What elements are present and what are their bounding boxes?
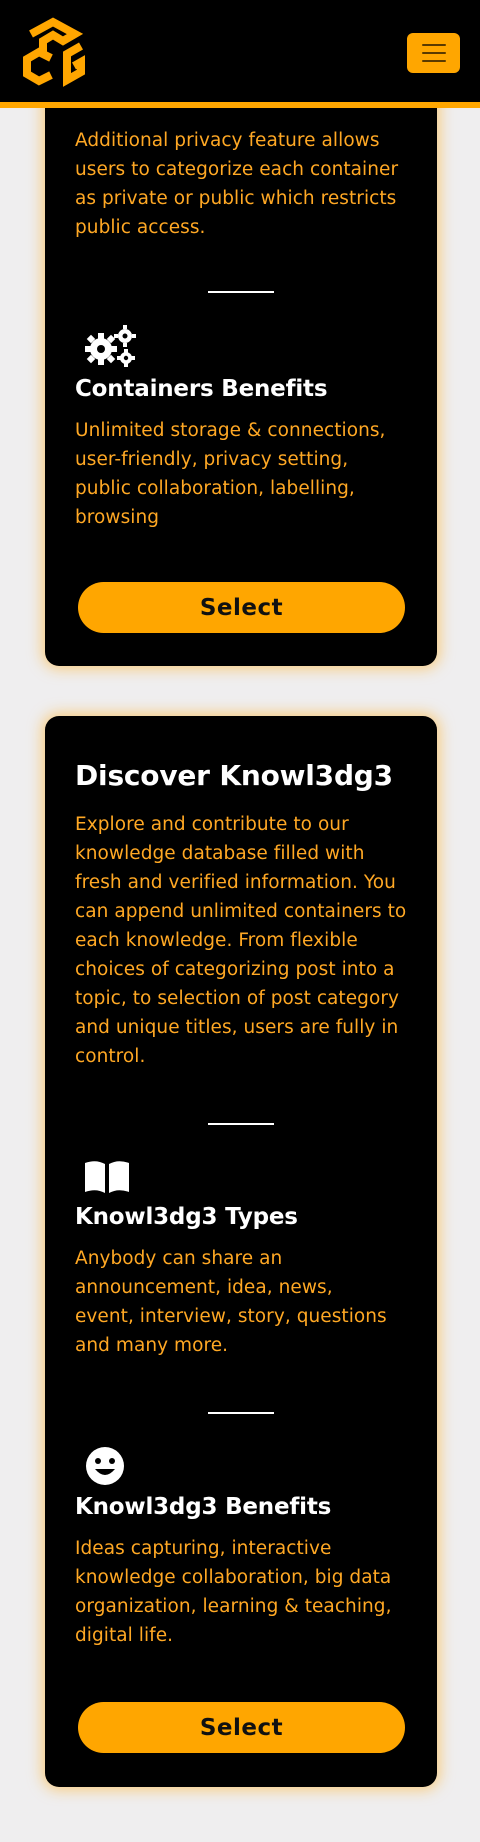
smiley-face-icon bbox=[86, 1447, 124, 1485]
knowledge-benefits-text: Ideas capturing, interactive knowledge c… bbox=[75, 1538, 392, 1646]
pcg-logo[interactable] bbox=[17, 12, 89, 92]
knowledge-card: Discover Knowl3dg3 Explore and contribut… bbox=[45, 716, 437, 1787]
privacy-feature-text: Additional privacy feature allows users … bbox=[75, 130, 399, 238]
knowledge-description-text: Explore and contribute to our knowledge … bbox=[75, 814, 407, 1067]
hamburger-menu-icon bbox=[421, 44, 446, 46]
containers-benefits-text: Unlimited storage & connections, user-fr… bbox=[75, 420, 386, 528]
section-divider bbox=[208, 1123, 274, 1125]
section-divider bbox=[208, 291, 274, 293]
top-navbar bbox=[0, 0, 480, 108]
containers-card: Additional privacy feature allows users … bbox=[45, 60, 437, 666]
containers-select-button[interactable]: Select bbox=[78, 582, 405, 633]
knowledge-types-text: Anybody can share an announcement, idea,… bbox=[75, 1248, 387, 1356]
knowledge-select-button[interactable]: Select bbox=[78, 1702, 405, 1753]
menu-toggle-button[interactable] bbox=[407, 33, 460, 73]
knowledge-benefits-title: Knowl3dg3 Benefits bbox=[75, 1494, 332, 1520]
containers-benefits-title: Containers Benefits bbox=[75, 376, 328, 402]
knowledge-card-title: Discover Knowl3dg3 bbox=[75, 759, 393, 792]
open-book-icon bbox=[85, 1161, 129, 1193]
knowledge-types-title: Knowl3dg3 Types bbox=[75, 1204, 298, 1230]
section-divider bbox=[208, 1412, 274, 1414]
gears-icon bbox=[85, 325, 136, 367]
